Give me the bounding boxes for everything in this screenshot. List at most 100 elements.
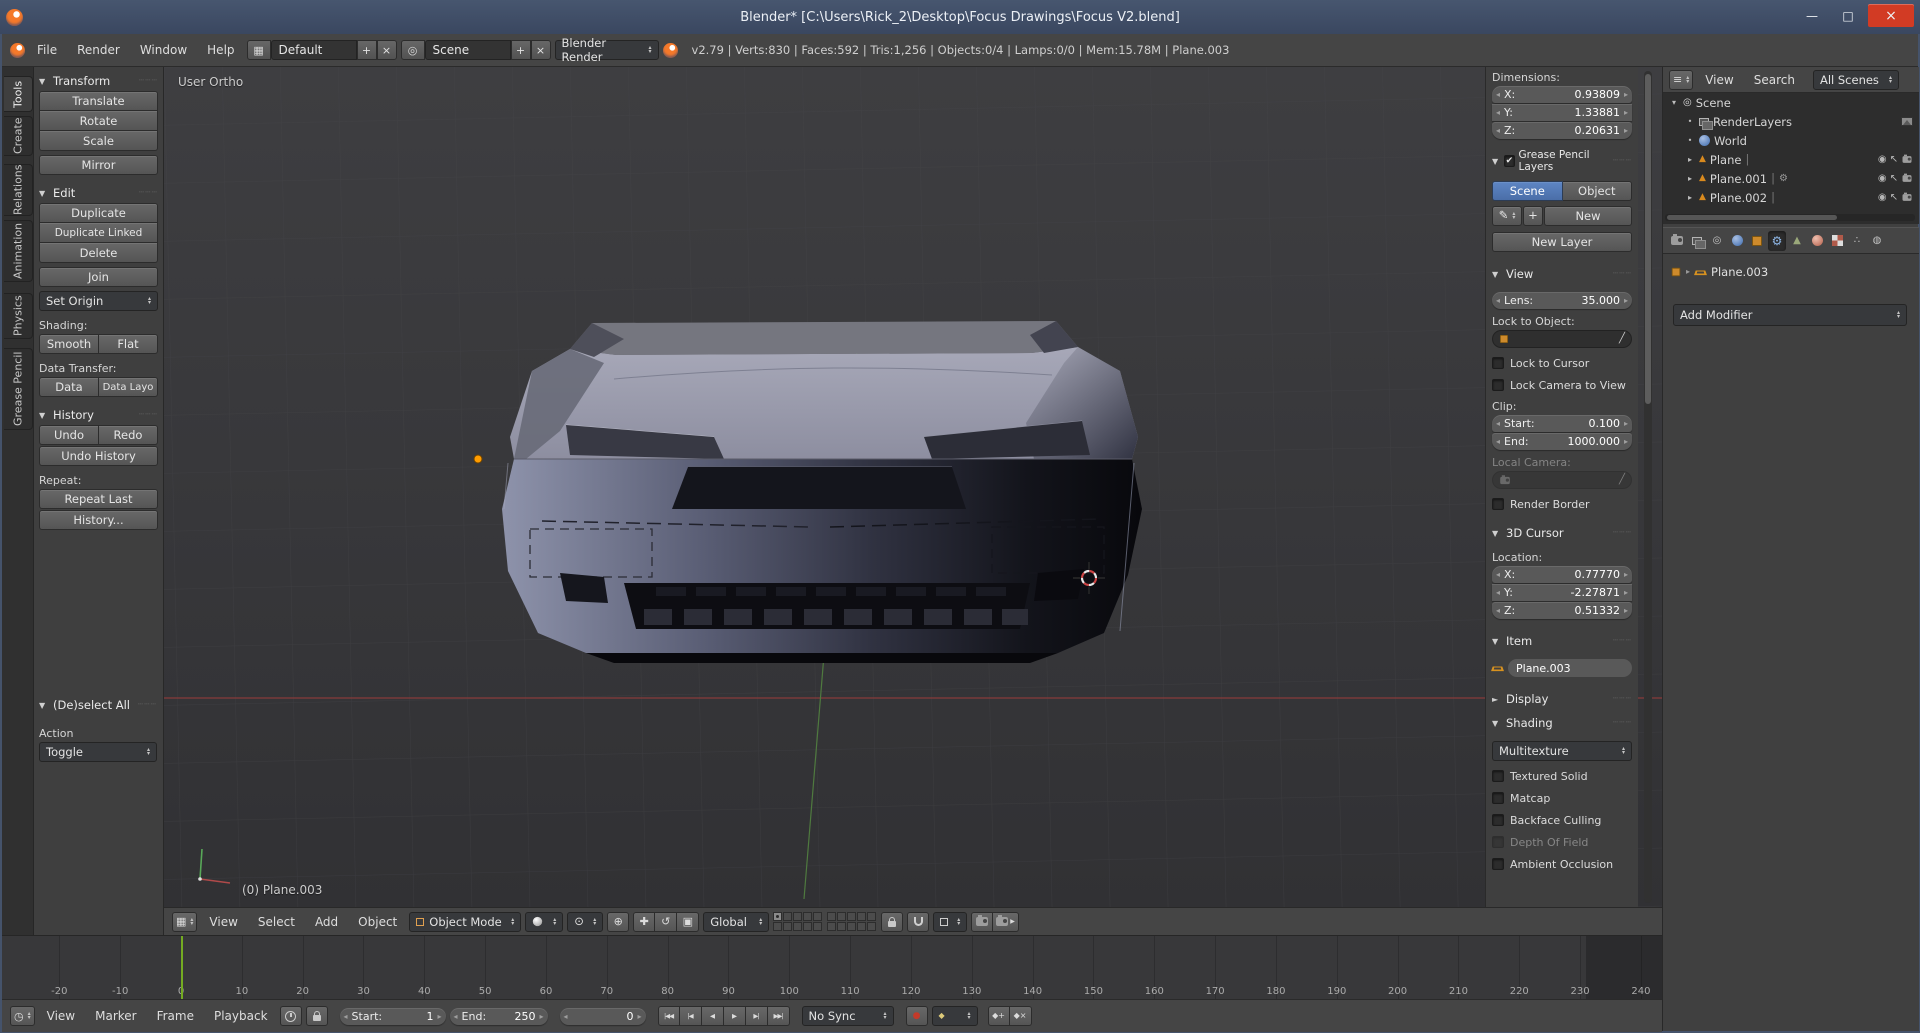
- tab-scene[interactable]: ◎: [1708, 231, 1726, 251]
- eye-icon[interactable]: ◉: [1878, 192, 1887, 203]
- increment-icon[interactable]: ▸: [1624, 108, 1628, 117]
- translate-manipulator-toggle[interactable]: ✚: [633, 911, 656, 932]
- tab-object[interactable]: [1748, 231, 1766, 251]
- end-frame-field[interactable]: ◂ End: 250 ▸: [449, 1007, 548, 1025]
- increment-icon[interactable]: ▸: [1624, 126, 1628, 135]
- editor-type-button[interactable]: ▦: [172, 911, 198, 932]
- outliner-horizontal-scrollbar[interactable]: [1665, 214, 1915, 221]
- panel-header-view[interactable]: ▼ View ┄┄┄: [1492, 266, 1632, 282]
- tab-animation[interactable]: Animation: [4, 220, 33, 282]
- editor-type-button[interactable]: ≡: [1669, 69, 1694, 90]
- decrement-icon[interactable]: ◂: [1496, 90, 1500, 99]
- layer-toggle[interactable]: [857, 911, 867, 921]
- tab-render-layers[interactable]: [1688, 231, 1706, 251]
- menu-playback[interactable]: Playback: [206, 1006, 276, 1026]
- layer-toggle[interactable]: [857, 921, 867, 931]
- layer-toggle[interactable]: [827, 921, 837, 931]
- select-toggle-icon[interactable]: ↖: [1890, 192, 1898, 203]
- jump-to-end-button[interactable]: ▶▶|: [767, 1006, 790, 1026]
- tab-particles[interactable]: ∴: [1848, 231, 1866, 251]
- menu-add[interactable]: Add: [307, 912, 346, 932]
- panel-header-shading[interactable]: ▼ Shading ┄┄┄: [1492, 715, 1632, 731]
- layer-toggle[interactable]: [773, 911, 783, 921]
- use-preview-range-toggle[interactable]: [279, 1006, 302, 1026]
- blender-menu-icon[interactable]: [10, 42, 25, 58]
- scene-name[interactable]: Scene: [424, 40, 511, 60]
- outliner-row-renderlayers[interactable]: • RenderLayers: [1663, 112, 1919, 131]
- auto-keyframe-toggle[interactable]: ●: [905, 1006, 928, 1026]
- undo-button[interactable]: Undo: [39, 425, 99, 445]
- matcap-row[interactable]: Matcap: [1492, 791, 1632, 805]
- textured-solid-row[interactable]: Textured Solid: [1492, 769, 1632, 783]
- disclosure-icon[interactable]: ▸: [1685, 155, 1695, 164]
- render-toggle-icon[interactable]: [1902, 192, 1912, 201]
- previous-keyframe-button[interactable]: |◀: [679, 1006, 702, 1026]
- repeat-last-button[interactable]: Repeat Last: [39, 489, 158, 509]
- cursor-x-field[interactable]: ◂ X: 0.77770 ▸: [1492, 566, 1632, 583]
- tab-relations[interactable]: Relations: [4, 164, 33, 216]
- pivot-center-select[interactable]: ⊙: [567, 911, 604, 932]
- cursor-z-field[interactable]: ◂ Z: 0.51332 ▸: [1492, 602, 1632, 619]
- layer-toggle[interactable]: [803, 921, 813, 931]
- backface-culling-checkbox[interactable]: [1492, 814, 1504, 826]
- manipulate-center-points-toggle[interactable]: ⊕: [607, 911, 630, 932]
- disclosure-icon[interactable]: ▾: [1669, 98, 1679, 107]
- smooth-button[interactable]: Smooth: [39, 334, 99, 354]
- duplicate-linked-button[interactable]: Duplicate Linked: [39, 223, 158, 243]
- lock-to-cursor-checkbox[interactable]: [1492, 357, 1504, 369]
- next-keyframe-button[interactable]: ▶|: [745, 1006, 768, 1026]
- panel-grip[interactable]: ┄┄┄: [139, 188, 158, 198]
- flat-button[interactable]: Flat: [99, 334, 158, 354]
- menu-marker[interactable]: Marker: [87, 1006, 144, 1026]
- panel-grip[interactable]: ┄┄┄: [1613, 636, 1632, 646]
- decrement-icon[interactable]: ◂: [564, 1012, 568, 1021]
- panel-header-deselect-all[interactable]: ▼ (De)select All ┄┄┄: [39, 697, 157, 713]
- mirror-button[interactable]: Mirror: [39, 155, 158, 175]
- timeline-ruler[interactable]: -20-100102030405060708090100110120130140…: [2, 936, 1662, 999]
- eye-icon[interactable]: ◉: [1878, 154, 1887, 165]
- backface-culling-row[interactable]: Backface Culling: [1492, 813, 1632, 827]
- scale-manipulator-toggle[interactable]: ▣: [677, 911, 700, 932]
- decrement-icon[interactable]: ◂: [1496, 570, 1500, 579]
- ambient-occlusion-row[interactable]: Ambient Occlusion: [1492, 857, 1632, 871]
- opengl-render-image-button[interactable]: [971, 911, 994, 932]
- gp-pencil-select[interactable]: ✎: [1492, 206, 1522, 226]
- viewport-3d-canvas[interactable]: [164, 67, 1662, 907]
- tab-render[interactable]: [1668, 231, 1686, 251]
- increment-icon[interactable]: ▸: [1624, 606, 1628, 615]
- npanel-scrollbar[interactable]: [1644, 71, 1652, 903]
- decrement-icon[interactable]: ◂: [344, 1012, 348, 1021]
- shading-mode-select[interactable]: Multitexture: [1492, 741, 1632, 761]
- tab-tools[interactable]: Tools: [4, 76, 33, 112]
- snap-element-select[interactable]: [933, 911, 968, 932]
- tab-physics[interactable]: Physics: [4, 293, 33, 339]
- panel-header-transform[interactable]: ▼ Transform ┄┄┄: [39, 73, 158, 89]
- render-toggle-icon[interactable]: [1902, 173, 1912, 182]
- gp-new-button[interactable]: New: [1544, 206, 1632, 226]
- clip-start-field[interactable]: ◂ Start: 0.100 ▸: [1492, 415, 1632, 432]
- object-name-field[interactable]: Plane.003: [1508, 659, 1632, 677]
- opengl-render-anim-button[interactable]: ▶: [993, 911, 1019, 932]
- panel-header-edit[interactable]: ▼ Edit ┄┄┄: [39, 185, 158, 201]
- increment-icon[interactable]: ▸: [1624, 419, 1628, 428]
- clip-end-field[interactable]: ◂ End: 1000.000 ▸: [1492, 433, 1632, 450]
- panel-grip[interactable]: ┄┄┄: [1613, 156, 1632, 166]
- decrement-icon[interactable]: ◂: [1496, 437, 1500, 446]
- textured-solid-checkbox[interactable]: [1492, 770, 1504, 782]
- menu-view[interactable]: View: [1697, 70, 1741, 90]
- layer-toggle[interactable]: [867, 921, 877, 931]
- lock-to-cursor-row[interactable]: Lock to Cursor: [1492, 356, 1632, 370]
- eyedropper-icon[interactable]: ╱: [1619, 475, 1625, 485]
- tab-texture[interactable]: [1828, 231, 1846, 251]
- panel-header-3d-cursor[interactable]: ▼ 3D Cursor ┄┄┄: [1492, 525, 1632, 541]
- eye-icon[interactable]: ◉: [1878, 173, 1887, 184]
- menu-object[interactable]: Object: [350, 912, 405, 932]
- panel-grip[interactable]: ┄┄┄: [1613, 694, 1632, 704]
- menu-view[interactable]: View: [39, 1006, 83, 1026]
- dimension-x-field[interactable]: ◂ X: 0.93809 ▸: [1492, 86, 1632, 103]
- increment-icon[interactable]: ▸: [1624, 570, 1628, 579]
- menu-select[interactable]: Select: [250, 912, 303, 932]
- join-button[interactable]: Join: [39, 267, 158, 287]
- lock-scene-layers-toggle[interactable]: [881, 911, 904, 932]
- disclosure-icon[interactable]: ▸: [1685, 174, 1695, 183]
